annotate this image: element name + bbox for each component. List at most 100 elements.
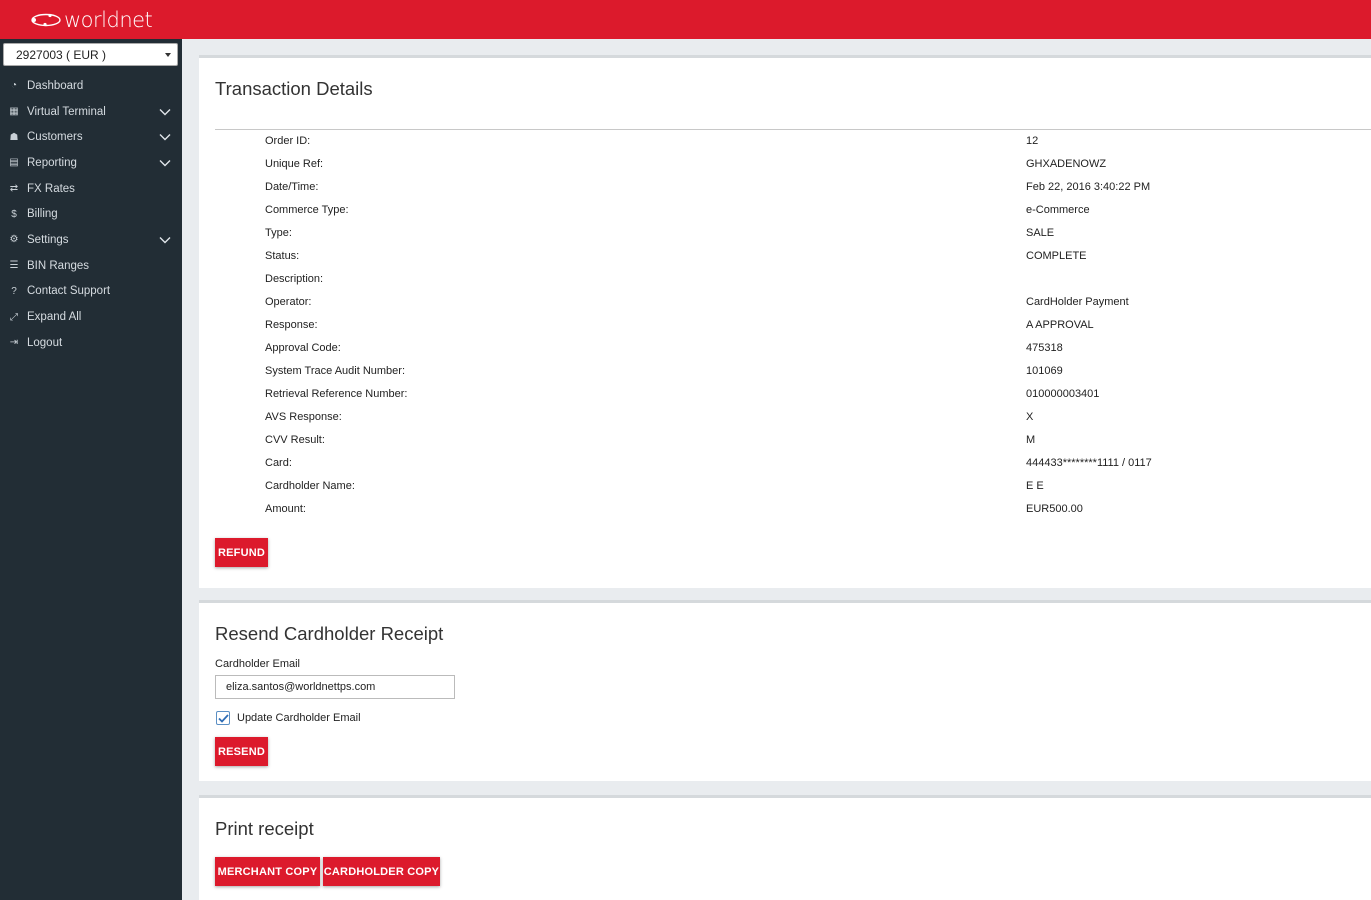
- sidebar-item-label: FX Rates: [27, 182, 75, 195]
- cogs-icon: ⚙: [9, 234, 19, 246]
- sidebar-item-label: Billing: [27, 208, 58, 221]
- dollar-icon: $: [11, 208, 17, 220]
- detail-row: Retrieval Reference Number: 010000003401: [265, 388, 1365, 411]
- file-icon: ▤: [9, 157, 19, 169]
- chevron-down-icon: [159, 160, 171, 167]
- update-email-checkbox[interactable]: [216, 711, 230, 725]
- cardholder-copy-button[interactable]: CARDHOLDER COPY: [323, 857, 440, 886]
- expand-icon: ⤢: [10, 311, 18, 323]
- detail-row: CVV Result: M: [265, 434, 1365, 457]
- detail-row: Operator: CardHolder Payment: [265, 296, 1365, 319]
- print-receipt-card: Print receipt MERCHANT COPY CARDHOLDER C…: [199, 795, 1371, 900]
- refund-button[interactable]: REFUND: [215, 538, 268, 567]
- worldnet-logo-icon: [31, 13, 61, 26]
- sidebar-item-label: Customers: [27, 131, 83, 144]
- main-content: Transaction Details Order ID: 12 Unique Re…: [182, 39, 1371, 900]
- detail-value: e-Commerce: [1026, 204, 1090, 216]
- chevron-down-icon: [159, 108, 171, 116]
- calculator-icon: ▦: [9, 106, 19, 118]
- detail-row: Date/Time: Feb 22, 2016 3:40:22 PM: [265, 181, 1365, 204]
- sidebar-item-expand-all[interactable]: ⤢ Expand All: [0, 304, 182, 330]
- sidebar-item-label: Reporting: [27, 156, 77, 169]
- sidebar-item-bin-ranges[interactable]: ☰ BIN Ranges: [0, 253, 182, 279]
- sidebar-item-label: Logout: [27, 336, 63, 349]
- transaction-details-card: Transaction Details Order ID: 12 Unique Re…: [199, 55, 1371, 588]
- detail-label: Amount:: [265, 503, 306, 515]
- users-icon: ☗: [9, 131, 19, 143]
- sidebar-item-label: Virtual Terminal: [27, 105, 106, 118]
- divider: [215, 129, 1371, 130]
- caret-down-icon: [165, 53, 171, 57]
- detail-label: CVV Result:: [265, 434, 325, 446]
- detail-label: Commerce Type:: [265, 204, 349, 216]
- detail-value: A APPROVAL: [1026, 319, 1094, 331]
- sidebar-item-label: Settings: [27, 233, 69, 246]
- chevron-down-icon: [159, 134, 171, 141]
- sidebar-item-contact-support[interactable]: ? Contact Support: [0, 279, 182, 305]
- merchant-select[interactable]: 2927003 ( EUR ): [3, 43, 178, 66]
- sidebar-item-virtual-terminal[interactable]: ▦ Virtual Terminal: [0, 99, 182, 125]
- checkmark-icon: [217, 713, 229, 723]
- detail-label: Description:: [265, 273, 324, 285]
- sidebar-item-label: BIN Ranges: [27, 259, 90, 272]
- detail-row: Unique Ref: GHXADENOWZ: [265, 158, 1365, 181]
- detail-row: Card: 444433********1111 / 0117: [265, 457, 1365, 480]
- merchant-copy-button[interactable]: MERCHANT COPY: [215, 857, 320, 886]
- detail-label: Cardholder Name:: [265, 480, 355, 492]
- question-icon: ?: [11, 285, 17, 297]
- detail-label: System Trace Audit Number:: [265, 365, 405, 377]
- list-icon: ☰: [9, 260, 19, 272]
- detail-row: Order ID: 12: [265, 135, 1365, 158]
- cardholder-email-label: Cardholder Email: [215, 658, 300, 670]
- dashboard-icon: ◔: [10, 80, 18, 92]
- detail-value: Feb 22, 2016 3:40:22 PM: [1026, 181, 1151, 193]
- sidebar-item-logout[interactable]: ⇥ Logout: [0, 330, 182, 356]
- detail-row: Amount: EUR500.00: [265, 503, 1365, 526]
- sidebar-item-fx-rates[interactable]: ⇄ FX Rates: [0, 176, 182, 202]
- chevron-down-icon: [159, 237, 171, 244]
- detail-value: COMPLETE: [1026, 250, 1087, 262]
- detail-row: Description:: [265, 273, 1365, 296]
- sidebar-item-billing[interactable]: $ Billing: [0, 201, 182, 227]
- sidebar-nav: ◔ Dashboard ▦ Virtual Terminal ☗ Customers ▤ Re…: [0, 73, 182, 356]
- resend-receipt-title: Resend Cardholder Receipt: [215, 623, 444, 644]
- detail-row: System Trace Audit Number: 101069: [265, 365, 1365, 388]
- detail-label: Status:: [265, 250, 300, 262]
- resend-button[interactable]: RESEND: [215, 737, 268, 766]
- detail-value: X: [1026, 411, 1034, 423]
- detail-row: Approval Code: 475318: [265, 342, 1365, 365]
- detail-value: EUR500.00: [1026, 503, 1083, 515]
- detail-label: Unique Ref:: [265, 158, 324, 170]
- detail-value: E E: [1026, 480, 1044, 492]
- update-email-label: Update Cardholder Email: [237, 712, 361, 724]
- detail-row: Response: A APPROVAL: [265, 319, 1365, 342]
- detail-value: SALE: [1026, 227, 1055, 239]
- detail-row: Type: SALE: [265, 227, 1365, 250]
- detail-value: M: [1026, 434, 1036, 446]
- sidebar-item-customers[interactable]: ☗ Customers: [0, 124, 182, 150]
- top-bar: worldnet: [0, 0, 1371, 39]
- detail-row: Cardholder Name: E E: [265, 480, 1365, 503]
- logo[interactable]: worldnet: [0, 0, 182, 39]
- detail-value: 444433********1111 / 0117: [1026, 457, 1152, 469]
- sidebar-item-settings[interactable]: ⚙ Settings: [0, 227, 182, 253]
- print-receipt-title: Print receipt: [215, 818, 314, 839]
- cardholder-email-input[interactable]: [215, 675, 455, 699]
- detail-label: Type:: [265, 227, 292, 239]
- detail-row: Status: COMPLETE: [265, 250, 1365, 273]
- sidebar-item-label: Expand All: [27, 311, 82, 324]
- detail-value: 475318: [1026, 342, 1063, 354]
- sidebar-item-dashboard[interactable]: ◔ Dashboard: [0, 73, 182, 99]
- detail-label: Card:: [265, 457, 292, 469]
- detail-value: 010000003401: [1026, 388, 1100, 400]
- detail-value: 101069: [1026, 365, 1063, 377]
- resend-receipt-card: Resend Cardholder Receipt Cardholder Ema…: [199, 600, 1371, 781]
- logo-text: worldnet: [64, 7, 153, 32]
- merchant-select-value: 2927003 ( EUR ): [16, 48, 107, 62]
- transaction-details-title: Transaction Details: [215, 78, 373, 99]
- detail-label: Response:: [265, 319, 318, 331]
- sidebar-item-label: Contact Support: [27, 285, 111, 298]
- sidebar-item-reporting[interactable]: ▤ Reporting: [0, 150, 182, 176]
- detail-value: GHXADENOWZ: [1026, 158, 1107, 170]
- detail-label: Retrieval Reference Number:: [265, 388, 408, 400]
